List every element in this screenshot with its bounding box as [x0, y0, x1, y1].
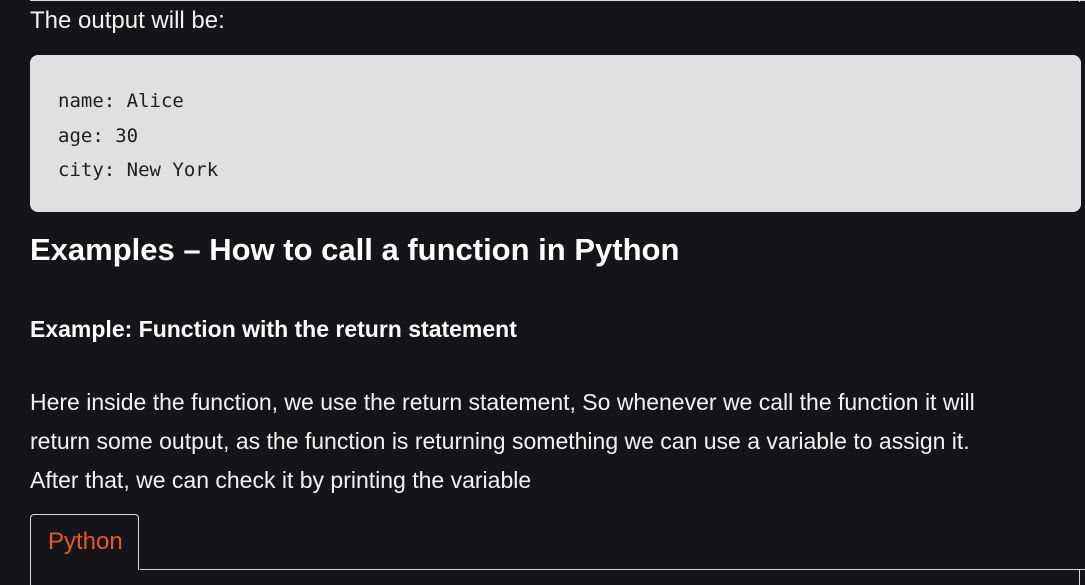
code-tab-bar: Python: [30, 514, 1085, 585]
description-paragraph: Here inside the function, we use the ret…: [30, 383, 1080, 500]
paragraph-line: return some output, as the function is r…: [30, 428, 970, 454]
intro-text: The output will be:: [30, 7, 225, 34]
tab-python[interactable]: Python: [30, 514, 139, 570]
example-heading: Example: Function with the return statem…: [30, 316, 517, 342]
top-divider: [30, 0, 1085, 1]
output-line: city: New York: [58, 159, 219, 181]
output-line: age: 30: [58, 124, 139, 147]
output-line: name: Alice: [58, 90, 184, 112]
section-heading: Examples – How to call a function in Pyt…: [30, 232, 680, 267]
article-page: The output will be: name: Alice age: 30 …: [0, 0, 1085, 585]
top-divider-corner: [1079, 0, 1080, 2]
paragraph-line: After that, we can check it by printing …: [30, 467, 532, 493]
paragraph-line: Here inside the function, we use the ret…: [30, 389, 975, 415]
code-panel: [30, 570, 1080, 585]
output-code-block: name: Alice age: 30 city: New York: [30, 55, 1081, 212]
